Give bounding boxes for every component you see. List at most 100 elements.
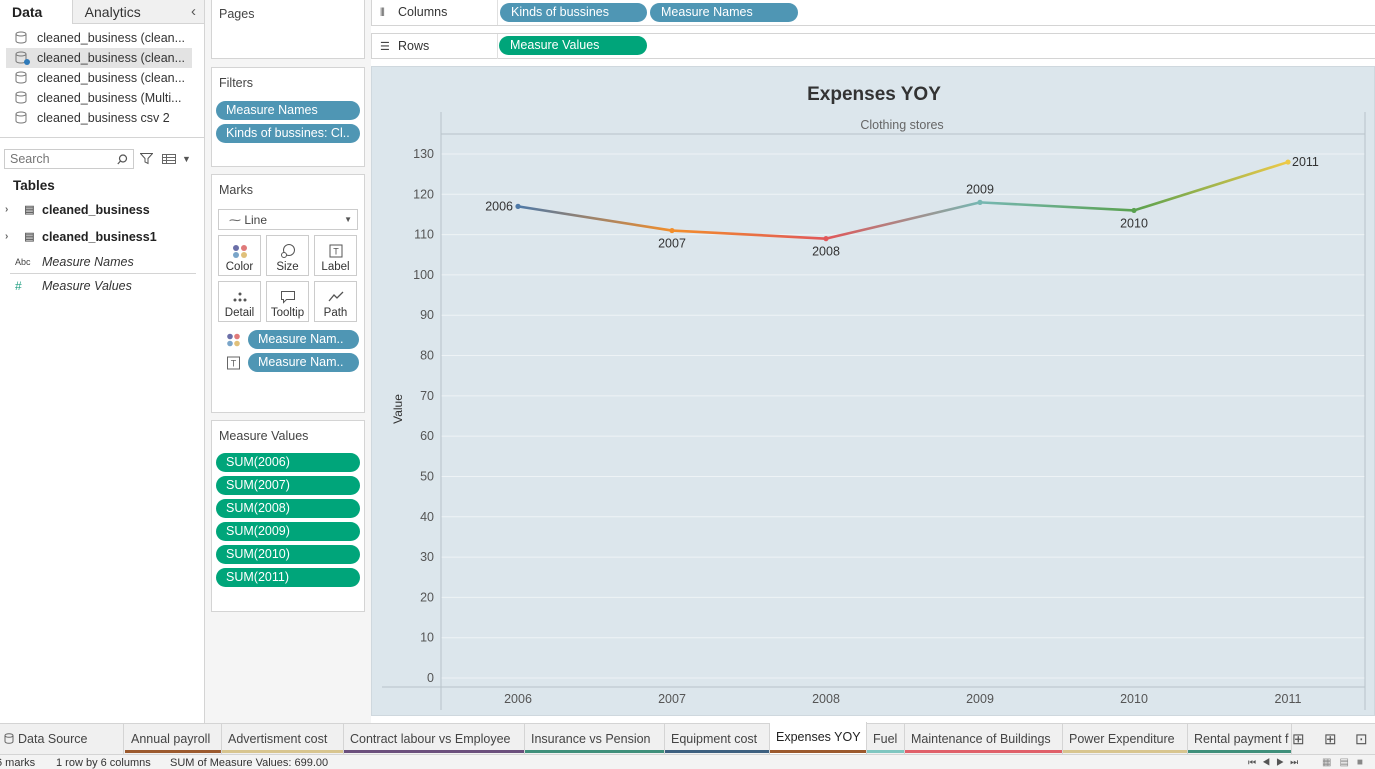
- data-source-item[interactable]: cleaned_business (clean...: [0, 28, 204, 48]
- color-encoding-pill[interactable]: Measure Nam..: [248, 330, 359, 349]
- search-input[interactable]: [10, 152, 110, 166]
- columns-pill[interactable]: Kinds of bussines: [500, 3, 647, 22]
- chevron-right-icon[interactable]: ›: [5, 204, 17, 215]
- tab-analytics[interactable]: Analytics ‹: [73, 0, 204, 24]
- rows-pill[interactable]: Measure Values: [499, 36, 647, 55]
- data-source-label: cleaned_business (clean...: [37, 71, 186, 85]
- viz-area[interactable]: Expenses YOY Clothing stores Value 0 10 20…: [371, 66, 1375, 716]
- filter-icon[interactable]: [140, 153, 153, 165]
- data-label: 2010: [1120, 216, 1148, 230]
- view-mode-icon[interactable]: ▦▤■: [1322, 757, 1371, 768]
- path-icon: [328, 291, 343, 302]
- data-label: 2011: [1292, 155, 1319, 169]
- filter-pill[interactable]: Measure Names: [216, 101, 360, 120]
- data-source-tab[interactable]: Data Source: [0, 724, 124, 754]
- collapse-pane-icon[interactable]: ‹: [191, 0, 196, 24]
- new-dashboard-icon[interactable]: ⊞: [1324, 730, 1337, 748]
- new-worksheet-icon[interactable]: ⊞: [1292, 730, 1305, 748]
- measure-value-pill[interactable]: SUM(2008): [216, 499, 360, 518]
- tab-data[interactable]: Data: [0, 0, 73, 24]
- y-axis: 0 10 20 30 40 50 60 70 80 90 100 110 120 130: [413, 147, 434, 685]
- y-tick-label: 70: [420, 389, 434, 403]
- sheet-tab[interactable]: Annual payroll: [125, 724, 222, 754]
- columns-shelf-label: ⦀ Columns: [372, 0, 498, 25]
- svg-text:T: T: [231, 358, 237, 368]
- chart-title: Expenses YOY: [807, 84, 941, 105]
- pages-card[interactable]: Pages: [211, 0, 365, 59]
- tab-navigation-icon[interactable]: ⏮◀▶⏭: [1248, 757, 1304, 768]
- size-button[interactable]: Size: [266, 235, 309, 276]
- data-source-item[interactable]: cleaned_business csv 2: [0, 108, 204, 128]
- data-source-item[interactable]: cleaned_business (Multi...: [0, 88, 204, 108]
- data-point: [823, 236, 829, 242]
- new-story-icon[interactable]: ⊡: [1355, 730, 1368, 748]
- color-encoding-icon: [227, 333, 240, 346]
- sheet-tab-color-bar: [770, 750, 866, 753]
- table-icon: ▤: [24, 204, 35, 216]
- svg-text:T: T: [333, 247, 339, 257]
- sheet-tab[interactable]: Advertisment cost: [222, 724, 344, 754]
- table-item[interactable]: › ▤ cleaned_business: [0, 196, 204, 223]
- color-button[interactable]: Color: [218, 235, 261, 276]
- label-encoding-pill[interactable]: Measure Nam..: [248, 353, 359, 372]
- data-pane: Data Analytics ‹ cleaned_business (clean…: [0, 0, 205, 723]
- table-item[interactable]: › ▤ cleaned_business1: [0, 223, 204, 250]
- measure-value-pill[interactable]: SUM(2006): [216, 453, 360, 472]
- sheet-tab[interactable]: Fuel: [867, 724, 905, 754]
- sheet-tab-label: Maintenance of Buildings: [911, 732, 1051, 746]
- measure-value-pill[interactable]: SUM(2011): [216, 568, 360, 587]
- datasource-icon: [15, 111, 27, 124]
- line-segment: [516, 205, 674, 232]
- mark-type-label: Line: [244, 212, 268, 227]
- field-measure-names[interactable]: Abc Measure Names: [0, 250, 204, 273]
- label-button[interactable]: T Label: [314, 235, 357, 276]
- sheet-tab[interactable]: Rental payment f: [1188, 724, 1292, 754]
- rows-shelf[interactable]: ☰ Rows Measure Values: [371, 33, 1375, 59]
- columns-pill[interactable]: Measure Names: [650, 3, 798, 22]
- data-source-item[interactable]: cleaned_business (clean...: [6, 48, 192, 68]
- y-tick-label: 50: [420, 469, 434, 483]
- filter-pill[interactable]: Kinds of bussines: Cl..: [216, 124, 360, 143]
- status-sum: SUM of Measure Values: 699.00: [170, 757, 329, 769]
- detail-button[interactable]: Detail: [218, 281, 261, 322]
- y-axis-label: Value: [391, 394, 405, 424]
- sheet-tab[interactable]: Insurance vs Pension: [525, 724, 665, 754]
- filters-card[interactable]: Filters Measure Names Kinds of bussines:…: [211, 67, 365, 167]
- rows-icon: ☰: [380, 41, 390, 53]
- y-tick-label: 90: [420, 308, 434, 322]
- y-tick-label: 130: [413, 147, 434, 161]
- view-options-icon[interactable]: [162, 154, 176, 164]
- y-tick-label: 10: [420, 631, 434, 645]
- sheet-tab[interactable]: Power Expenditure: [1063, 724, 1188, 754]
- cards-column: Pages Filters Measure Names Kinds of bus…: [205, 0, 371, 723]
- y-tick-label: 120: [413, 187, 434, 201]
- measure-value-pill[interactable]: SUM(2007): [216, 476, 360, 495]
- status-rows-cols: 1 row by 6 columns: [56, 757, 151, 769]
- tooltip-button[interactable]: Tooltip: [266, 281, 309, 322]
- sheet-tab[interactable]: Contract labour vs Employee: [344, 724, 525, 754]
- x-tick-label: 2008: [812, 692, 840, 706]
- measure-value-pill[interactable]: SUM(2010): [216, 545, 360, 564]
- line-segment: [978, 201, 1136, 212]
- field-measure-values[interactable]: # Measure Values: [0, 274, 204, 297]
- sheet-tab[interactable]: Equipment cost: [665, 724, 770, 754]
- sheet-tab-color-bar: [905, 750, 1062, 753]
- data-points: [515, 159, 1291, 242]
- columns-label: Columns: [398, 5, 448, 19]
- sheet-tab-color-bar: [1188, 750, 1291, 753]
- tables-heading: Tables: [13, 178, 55, 193]
- sheet-tab[interactable]: Expenses YOY: [770, 722, 867, 754]
- dropdown-icon[interactable]: ▼: [182, 154, 191, 164]
- chevron-right-icon[interactable]: ›: [5, 231, 17, 242]
- sheet-tab[interactable]: Maintenance of Buildings: [905, 724, 1063, 754]
- data-source-item[interactable]: cleaned_business (clean...: [0, 68, 204, 88]
- sheet-tab-label: Rental payment f: [1194, 732, 1289, 746]
- mark-type-select[interactable]: ⁓ Line ▼: [218, 209, 358, 230]
- columns-shelf[interactable]: ⦀ Columns Kinds of bussines Measure Names: [371, 0, 1375, 26]
- path-button[interactable]: Path: [314, 281, 357, 322]
- x-tick-label: 2006: [504, 692, 532, 706]
- marks-card: Marks ⁓ Line ▼ Color Size T Label Detail…: [211, 174, 365, 413]
- measure-value-pill[interactable]: SUM(2009): [216, 522, 360, 541]
- divider: [0, 137, 204, 138]
- rows-shelf-label: ☰ Rows: [372, 34, 498, 59]
